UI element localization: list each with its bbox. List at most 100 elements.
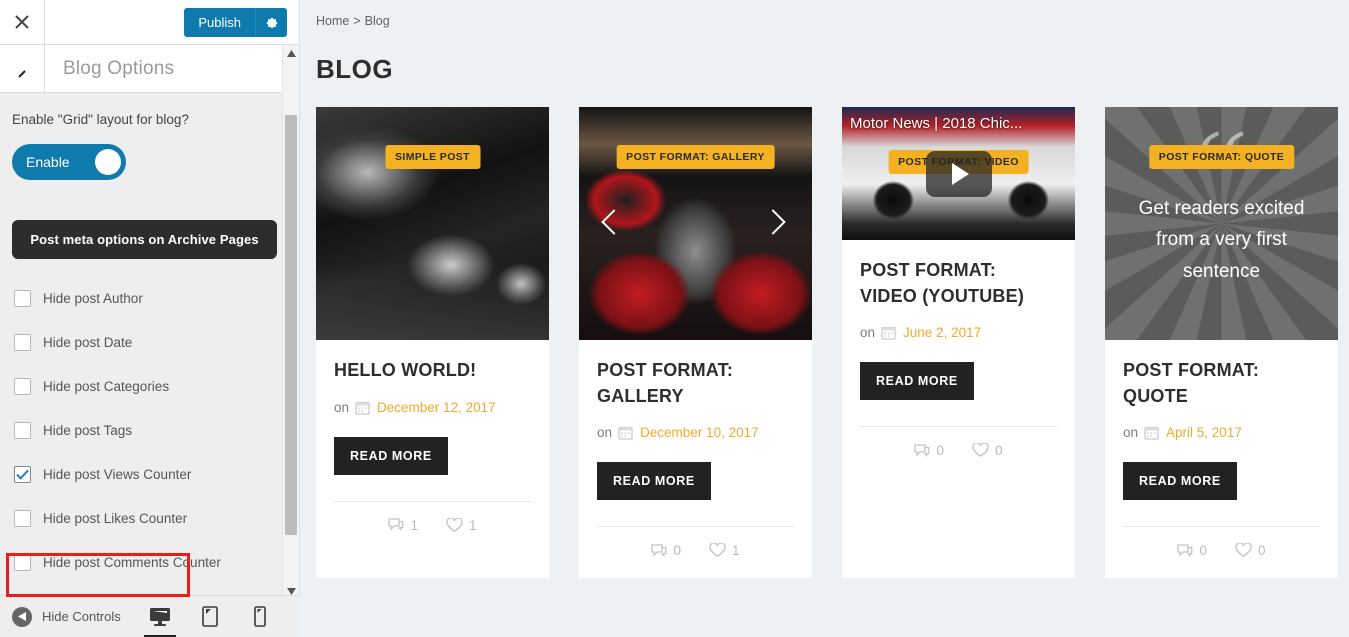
hide-controls-button[interactable]: Hide Controls [12, 606, 121, 627]
gear-icon[interactable] [255, 8, 287, 37]
post-thumbnail[interactable]: POST FORMAT: GALLERY [579, 107, 812, 340]
device-tablet-button[interactable] [196, 602, 224, 632]
read-more-button[interactable]: READ MORE [860, 362, 974, 401]
post-title[interactable]: HELLO WORLD! [334, 358, 531, 384]
checkbox-icon[interactable] [14, 290, 31, 308]
post-on-label: on [597, 425, 613, 441]
device-mobile-button[interactable] [246, 602, 274, 632]
likes-count: 0 [1258, 543, 1266, 559]
post-thumbnail[interactable]: SIMPLE POST [316, 107, 549, 340]
checkbox-row[interactable]: Hide post Likes Counter [12, 497, 277, 541]
comments-counter[interactable]: 0 [1177, 543, 1207, 558]
checkbox-row[interactable]: Hide post Categories [12, 365, 277, 409]
customizer-controls: Enable "Grid" layout for blog? Enable Po… [0, 93, 299, 605]
checkbox-label: Hide post Likes Counter [43, 511, 188, 527]
post-title[interactable]: POST FORMAT: GALLERY [597, 358, 794, 409]
calendar-icon [1144, 425, 1159, 440]
post-thumbnail[interactable]: “Get readers excited from a very first s… [1105, 107, 1338, 340]
likes-counter[interactable]: 1 [446, 517, 477, 533]
scrollbar-thumb[interactable] [285, 115, 297, 535]
grid-layout-toggle[interactable]: Enable [12, 143, 126, 180]
post-counters: 01 [597, 527, 794, 578]
site-preview-pane: Home > Blog BLOG SIMPLE POST HELLO WORLD! on… [300, 0, 1349, 637]
gallery-prev-arrow-icon[interactable] [601, 208, 627, 235]
mobile-icon [254, 606, 266, 627]
post-title[interactable]: POST FORMAT: VIDEO (YOUTUBE) [860, 258, 1057, 309]
checkbox-icon[interactable] [14, 422, 31, 440]
post-meta: on April 5, 2017 [1123, 425, 1320, 440]
close-x-glyph [15, 15, 29, 29]
read-more-button[interactable]: READ MORE [334, 436, 448, 475]
read-more-button[interactable]: READ MORE [597, 462, 711, 501]
breadcrumb-separator: > [353, 14, 361, 28]
checkbox-row[interactable]: Hide post Date [12, 321, 277, 365]
play-button-icon[interactable] [925, 150, 992, 197]
checkbox-icon[interactable] [14, 378, 31, 396]
breadcrumb: Home > Blog [300, 14, 1349, 28]
checkbox-row[interactable]: Hide post Views Counter [12, 453, 277, 497]
post-date[interactable]: April 5, 2017 [1166, 425, 1242, 440]
post-card: “Get readers excited from a very first s… [1105, 107, 1338, 579]
likes-counter[interactable]: 0 [972, 443, 1003, 458]
post-thumbnail[interactable]: Motor News | 2018 Chic...POST FORMAT: VI… [842, 107, 1075, 240]
post-counters: 00 [860, 427, 1057, 478]
customizer-footer: Hide Controls [0, 595, 300, 637]
checkbox-icon[interactable] [14, 554, 31, 572]
video-title: Motor News | 2018 Chic... [850, 115, 1023, 132]
heart-icon [1235, 543, 1252, 558]
post-meta-archive-section-button[interactable]: Post meta options on Archive Pages [12, 219, 277, 259]
checkbox-checked-icon[interactable] [14, 466, 31, 484]
post-date[interactable]: December 10, 2017 [640, 425, 759, 440]
sidebar-scrollbar[interactable] [282, 45, 299, 600]
calendar-icon [881, 325, 896, 340]
collapse-arrow-icon [12, 606, 32, 627]
close-icon[interactable] [0, 0, 45, 45]
checkbox-label: Hide post Categories [43, 379, 170, 395]
checkbox-label: Hide post Views Counter [43, 467, 192, 483]
checkbox-label: Hide post Tags [43, 423, 133, 439]
back-arrow-icon[interactable] [0, 44, 45, 93]
publish-group: Publish [184, 8, 287, 37]
breadcrumb-current: Blog [364, 14, 390, 28]
publish-button[interactable]: Publish [184, 8, 255, 37]
post-title[interactable]: POST FORMAT: QUOTE [1123, 358, 1320, 409]
calendar-glyph [881, 326, 896, 340]
post-on-label: on [1123, 425, 1139, 441]
post-format-badge: POST FORMAT: GALLERY [616, 145, 775, 169]
comments-counter[interactable]: 0 [651, 543, 681, 558]
device-preview-group [144, 602, 288, 637]
checkbox-label: Hide post Date [43, 335, 133, 351]
quote-text: Get readers excited from a very first se… [1138, 198, 1305, 282]
checkbox-row[interactable]: Hide post Tags [12, 409, 277, 453]
checkbox-icon[interactable] [14, 510, 31, 528]
post-card: Motor News | 2018 Chic... POST FORMAT: VI… [842, 107, 1075, 579]
checkbox-icon[interactable] [14, 334, 31, 352]
comments-counter[interactable]: 0 [914, 443, 944, 458]
read-more-button[interactable]: READ MORE [1123, 462, 1237, 501]
comments-count: 0 [1199, 543, 1207, 559]
gallery-next-arrow-icon[interactable] [760, 208, 786, 235]
customizer-topbar: Publish [0, 0, 299, 45]
post-card-body: POST FORMAT: VIDEO (YOUTUBE) on June 2, 20… [842, 240, 1075, 478]
panel-header: Blog Options [0, 44, 299, 93]
post-meta: on December 10, 2017 [597, 425, 794, 440]
comments-icon [1177, 543, 1193, 557]
checkbox-row[interactable]: Hide post Author [12, 277, 277, 321]
post-format-badge: SIMPLE POST [385, 145, 480, 169]
scroll-up-icon[interactable] [283, 45, 299, 62]
tablet-icon [202, 606, 218, 627]
post-on-label: on [334, 399, 350, 415]
comments-icon [388, 518, 404, 531]
breadcrumb-home[interactable]: Home [316, 14, 349, 28]
comments-counter[interactable]: 1 [388, 518, 418, 533]
post-grid: SIMPLE POST HELLO WORLD! on December 12, 20… [300, 107, 1349, 579]
calendar-glyph [618, 426, 633, 440]
post-date[interactable]: December 12, 2017 [377, 400, 496, 415]
post-date[interactable]: June 2, 2017 [903, 325, 981, 340]
likes-counter[interactable]: 0 [1235, 543, 1266, 558]
likes-counter[interactable]: 1 [709, 543, 740, 558]
device-desktop-button[interactable] [144, 602, 176, 637]
chevron-left-glyph [18, 69, 26, 78]
checkbox-row[interactable]: Hide post Comments Counter [12, 541, 277, 585]
likes-count: 0 [995, 443, 1003, 459]
